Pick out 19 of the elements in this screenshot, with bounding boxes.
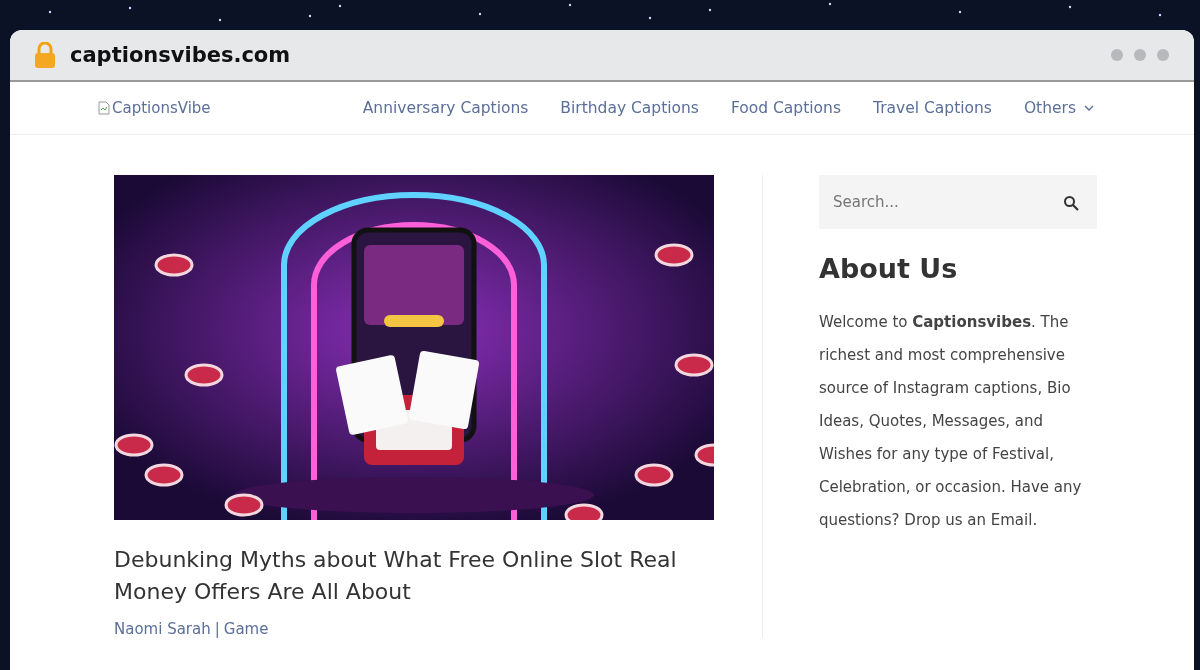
nav-link[interactable]: Birthday Captions bbox=[560, 99, 699, 117]
about-paragraph: Welcome to Captionsvibes. The richest and most comprehensive source of Instagram captions, Bio Ideas, Quotes, Messages, and Wishes for any type of Festival, Celebration, or occasion. Have any questions? Drop us an Email. bbox=[819, 312, 1083, 531]
category-link[interactable]: Game bbox=[223, 620, 269, 638]
nav-link[interactable]: Anniversary Captions bbox=[362, 99, 529, 117]
author-link[interactable]: Naomi Sarah bbox=[114, 620, 211, 638]
nav-link[interactable]: Food Captions bbox=[730, 99, 841, 117]
broken-image-icon bbox=[98, 101, 110, 115]
lock-icon bbox=[34, 42, 56, 68]
window-controls-icon bbox=[1110, 48, 1170, 62]
article-title[interactable]: Debunking Myths about What Free Online Slot Real Money Offers Are All About bbox=[114, 544, 714, 608]
about-heading: About Us bbox=[819, 253, 959, 284]
logo-link[interactable]: CaptionsVibe bbox=[98, 99, 211, 117]
search-field[interactable]: Search... bbox=[819, 175, 1097, 229]
meta-separator: | bbox=[214, 620, 220, 638]
search-icon[interactable] bbox=[1063, 195, 1079, 211]
chevron-down-icon bbox=[1084, 104, 1094, 112]
nav-link[interactable]: Others bbox=[1023, 99, 1094, 117]
nav-link[interactable]: Travel Captions bbox=[872, 99, 992, 117]
url-text: captionsvibes.com bbox=[70, 43, 292, 67]
